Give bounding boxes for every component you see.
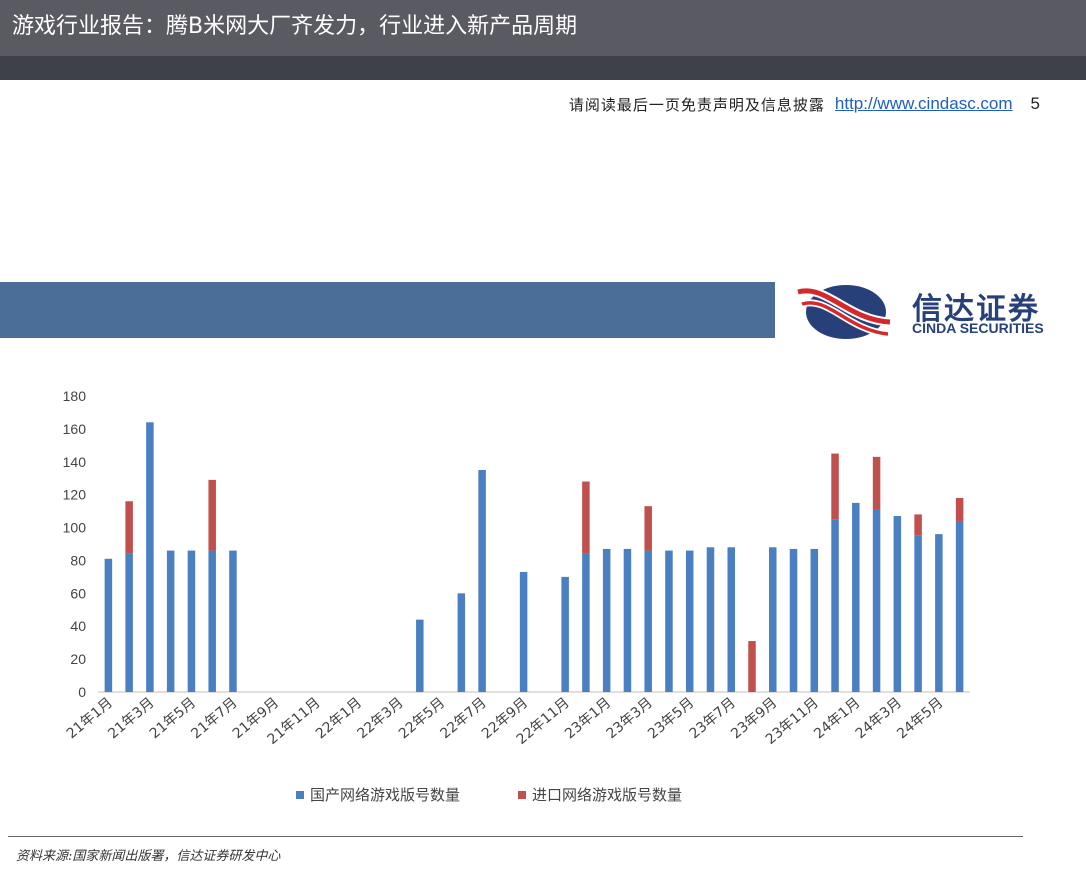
bar-imported — [644, 506, 652, 551]
x-tick-label: 21年7月 — [188, 695, 240, 742]
bar-domestic — [187, 550, 196, 692]
y-tick-label: 180 — [63, 388, 87, 404]
bar-imported — [125, 501, 133, 554]
header-strip — [0, 56, 1086, 80]
y-tick-label: 80 — [70, 552, 86, 568]
x-tick-label: 24年3月 — [853, 695, 905, 742]
y-tick-label: 160 — [63, 421, 87, 437]
bar-domestic — [519, 571, 528, 692]
report-header-bar: 游戏行业报告：腾B米网大厂齐发力，行业进入新产品周期 — [0, 0, 1086, 56]
x-tick-label: 22年7月 — [437, 695, 489, 742]
y-tick-label: 140 — [63, 454, 87, 470]
bar-domestic — [893, 516, 902, 692]
website-link[interactable]: http://www.cindasc.com — [835, 94, 1013, 114]
x-tick-label: 22年5月 — [396, 695, 448, 742]
x-tick-label: 21年3月 — [105, 695, 157, 742]
x-tick-label: 22年1月 — [313, 695, 365, 742]
bar-domestic — [104, 558, 113, 692]
x-tick-label: 23年5月 — [645, 695, 697, 742]
x-tick-label: 21年1月 — [64, 695, 116, 742]
x-tick-label: 23年7月 — [687, 695, 739, 742]
legend-swatch-imported — [518, 791, 526, 799]
bar-domestic — [789, 548, 798, 692]
bar-domestic — [623, 548, 632, 692]
bar-domestic — [166, 550, 175, 692]
bar-imported — [914, 514, 922, 536]
cinda-logo-icon — [796, 285, 891, 339]
y-tick-label: 20 — [70, 651, 86, 667]
x-tick-label: 24年5月 — [894, 695, 946, 742]
bar-domestic — [582, 553, 590, 692]
y-tick-label: 120 — [63, 487, 87, 503]
x-tick-label: 22年3月 — [354, 695, 406, 742]
report-title: 游戏行业报告：腾B米网大厂齐发力，行业进入新产品周期 — [12, 14, 578, 39]
disclaimer-row: 请阅读最后一页免责声明及信息披露 http://www.cindasc.com … — [569, 93, 1040, 115]
page-number: 5 — [1030, 94, 1040, 113]
bar-imported — [872, 456, 881, 510]
bar-domestic — [852, 502, 860, 692]
bar-imported — [748, 641, 756, 692]
legend-label-domestic: 国产网络游戏版号数量 — [310, 786, 460, 804]
y-tick-label: 40 — [70, 618, 86, 634]
y-tick-label: 60 — [70, 585, 86, 601]
bar-domestic — [146, 422, 154, 692]
bar-domestic — [478, 470, 486, 692]
bar-domestic — [727, 547, 735, 692]
bar-domestic — [125, 553, 133, 692]
bar-domestic — [602, 548, 611, 692]
bar-domestic — [229, 550, 237, 692]
bar-domestic — [955, 520, 964, 692]
bar-domestic — [831, 519, 839, 692]
x-tick-label: 23年3月 — [604, 695, 656, 742]
y-tick-label: 100 — [63, 520, 87, 536]
bar-domestic — [416, 619, 424, 692]
bar-domestic — [706, 547, 715, 692]
logo-name-en: CINDA SECURITIES — [912, 320, 1044, 336]
y-tick-label: 0 — [78, 684, 86, 700]
bar-domestic — [685, 550, 694, 692]
bar-domestic — [872, 509, 881, 692]
bar-domestic — [810, 548, 819, 692]
x-tick-label: 21年5月 — [147, 695, 199, 742]
source-note: 资料来源:国家新闻出版署，信达证券研发中心 — [16, 849, 281, 864]
bar-imported — [208, 479, 216, 551]
bar-domestic — [208, 550, 216, 692]
source-divider — [8, 836, 1023, 837]
bar-domestic — [769, 547, 777, 692]
bar-imported — [831, 453, 839, 520]
legend-swatch-domestic — [296, 791, 304, 799]
bar-domestic — [561, 576, 569, 692]
legend-label-imported: 进口网络游戏版号数量 — [532, 786, 682, 804]
bar-domestic — [457, 593, 466, 692]
bar-domestic — [665, 550, 673, 692]
section-banner — [0, 282, 775, 338]
bar-domestic — [914, 535, 922, 692]
bar-domestic — [935, 534, 943, 692]
bar-imported — [582, 481, 590, 554]
bar-imported — [955, 497, 964, 521]
license-count-chart: 02040608010012014016018021年1月21年3月21年5月2… — [63, 388, 970, 804]
x-tick-label: 23年1月 — [562, 695, 614, 742]
x-tick-label: 24年1月 — [811, 695, 863, 742]
disclaimer-text: 请阅读最后一页免责声明及信息披露 — [568, 95, 825, 114]
bar-domestic — [644, 550, 652, 692]
